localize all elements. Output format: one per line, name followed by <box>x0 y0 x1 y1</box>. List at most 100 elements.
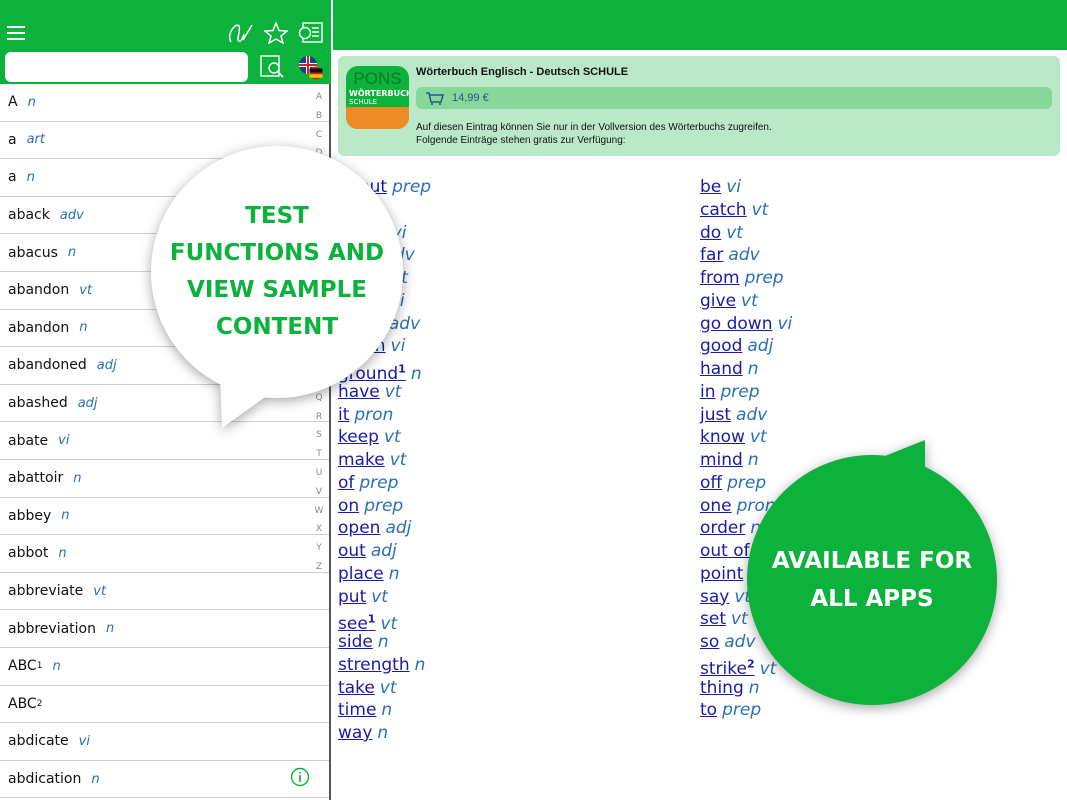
entry-row[interactable]: abdication n <box>0 761 329 799</box>
free-entry-link[interactable]: side <box>338 632 373 652</box>
free-entry-link[interactable]: place <box>338 564 384 584</box>
free-entry-link[interactable]: open <box>338 518 380 538</box>
free-entry-link[interactable]: do <box>700 223 721 243</box>
info-icon[interactable] <box>290 767 310 787</box>
free-entry: see1 vt <box>338 608 431 634</box>
entry-pos: n <box>106 621 115 637</box>
free-entry: time n <box>338 699 431 722</box>
free-entry-link[interactable]: order <box>700 518 745 538</box>
right-header <box>333 0 1067 50</box>
free-entry: side n <box>338 631 431 654</box>
entry-row[interactable]: abdicate vi <box>0 723 329 761</box>
free-entry-link[interactable]: way <box>338 723 372 743</box>
entry-word: abattoir <box>8 470 64 487</box>
entry-pos: vt <box>93 583 107 599</box>
entry-word: aback <box>8 207 50 224</box>
free-entry: hand n <box>700 358 794 381</box>
entry-word: ABC <box>8 695 37 712</box>
index-letter[interactable]: Z <box>310 558 328 577</box>
promo-left-line: TEST <box>245 203 309 229</box>
free-entry: good adj <box>700 335 794 358</box>
free-entry-pos: adj <box>385 518 412 539</box>
index-letter[interactable]: V <box>310 483 328 502</box>
entry-row[interactable]: abbreviation n <box>0 610 329 648</box>
free-entry: strength n <box>338 654 431 677</box>
free-entry-link[interactable]: on <box>338 496 359 516</box>
entry-row[interactable]: ABC 1 n <box>0 648 329 686</box>
entry-pos: adv <box>59 207 84 223</box>
promo-right-line: AVAILABLE FOR <box>771 548 973 574</box>
free-entry: catch vt <box>700 199 794 222</box>
free-entry-link[interactable]: of <box>338 473 354 493</box>
entry-row[interactable]: abbreviate vt <box>0 573 329 611</box>
entry-row[interactable]: abattoir n <box>0 460 329 498</box>
purchase-card: PONS WÖRTERBUCH SCHULE Wörterbuch Englis… <box>338 56 1060 156</box>
cart-icon <box>426 91 444 105</box>
free-entry-link[interactable]: point <box>700 564 743 584</box>
index-letter[interactable]: U <box>310 464 328 483</box>
index-letter[interactable]: B <box>310 107 328 126</box>
search-input[interactable] <box>5 52 248 82</box>
free-entry-link[interactable]: catch <box>700 200 747 220</box>
free-entry-link[interactable]: set <box>700 609 726 629</box>
buy-button[interactable]: 14,99 € <box>416 87 1052 109</box>
free-entry-link[interactable]: make <box>338 450 385 470</box>
free-entry-pos: n <box>388 563 400 584</box>
app-icon[interactable]: PONS WÖRTERBUCH SCHULE <box>346 66 409 129</box>
menu-icon[interactable] <box>7 26 25 40</box>
index-letter[interactable]: X <box>310 520 328 539</box>
index-letter[interactable]: T <box>310 445 328 464</box>
free-entry-link[interactable]: be <box>700 177 721 197</box>
free-entry-link[interactable]: know <box>700 427 745 447</box>
free-entry: go down vi <box>700 313 794 336</box>
free-entry-link[interactable]: good <box>700 336 742 356</box>
history-icon[interactable] <box>298 22 323 43</box>
entry-row[interactable]: abbey n <box>0 498 329 536</box>
free-entry-pos: n <box>381 700 393 721</box>
star-icon[interactable] <box>264 22 288 44</box>
free-entry-link[interactable]: to <box>700 700 717 720</box>
promo-left-line: FUNCTIONS AND <box>169 240 385 266</box>
entry-row[interactable]: ABC 2 <box>0 686 329 724</box>
free-entry-link[interactable]: just <box>700 405 731 425</box>
free-entry-link[interactable]: thing <box>700 678 744 698</box>
entry-pos: n <box>73 470 82 486</box>
free-entry: in prep <box>700 381 794 404</box>
free-entry-pos: n <box>377 723 389 743</box>
entry-row[interactable]: abbot n <box>0 535 329 573</box>
index-letter[interactable]: W <box>310 502 328 521</box>
free-entry-link[interactable]: off <box>700 473 722 493</box>
handwriting-icon[interactable] <box>228 22 254 44</box>
free-entry-link[interactable]: put <box>338 587 366 607</box>
entry-word: abdicate <box>8 733 69 750</box>
search-detail-icon[interactable] <box>260 55 284 79</box>
free-entry-link[interactable]: go down <box>700 314 772 334</box>
entry-word: abate <box>8 432 49 449</box>
index-letter[interactable]: Y <box>310 539 328 558</box>
locked-message: Auf diesen Eintrag können Sie nur in der… <box>416 122 772 133</box>
free-entry: be vi <box>700 176 794 199</box>
free-entry-pos: vt <box>379 677 397 698</box>
free-entry-link[interactable]: say <box>700 587 729 607</box>
entry-word: abandon <box>8 319 70 336</box>
free-entry-link[interactable]: so <box>700 632 719 652</box>
free-entry-link[interactable]: strength <box>338 655 410 675</box>
free-entry-link[interactable]: far <box>700 245 723 265</box>
free-entry-link[interactable]: one <box>700 496 732 516</box>
entry-pos: n <box>27 94 36 110</box>
index-letter[interactable]: A <box>310 88 328 107</box>
flag-en-de-icon[interactable] <box>298 55 324 81</box>
free-entry-link[interactable]: hand <box>700 359 743 379</box>
free-entry: out adj <box>338 540 431 563</box>
free-entry-link[interactable]: in <box>700 382 716 402</box>
entry-pos: n <box>61 508 70 524</box>
entry-pos: art <box>26 132 46 148</box>
free-entry-link[interactable]: take <box>338 678 375 698</box>
free-entry-link[interactable]: from <box>700 268 740 288</box>
entry-row[interactable]: An <box>0 84 329 122</box>
free-entry-link[interactable]: give <box>700 291 736 311</box>
free-entry-link[interactable]: out <box>338 541 366 561</box>
free-entry-link[interactable]: time <box>338 700 376 720</box>
free-entry-link[interactable]: mind <box>700 450 743 470</box>
free-entry-pos: vi <box>726 177 742 197</box>
